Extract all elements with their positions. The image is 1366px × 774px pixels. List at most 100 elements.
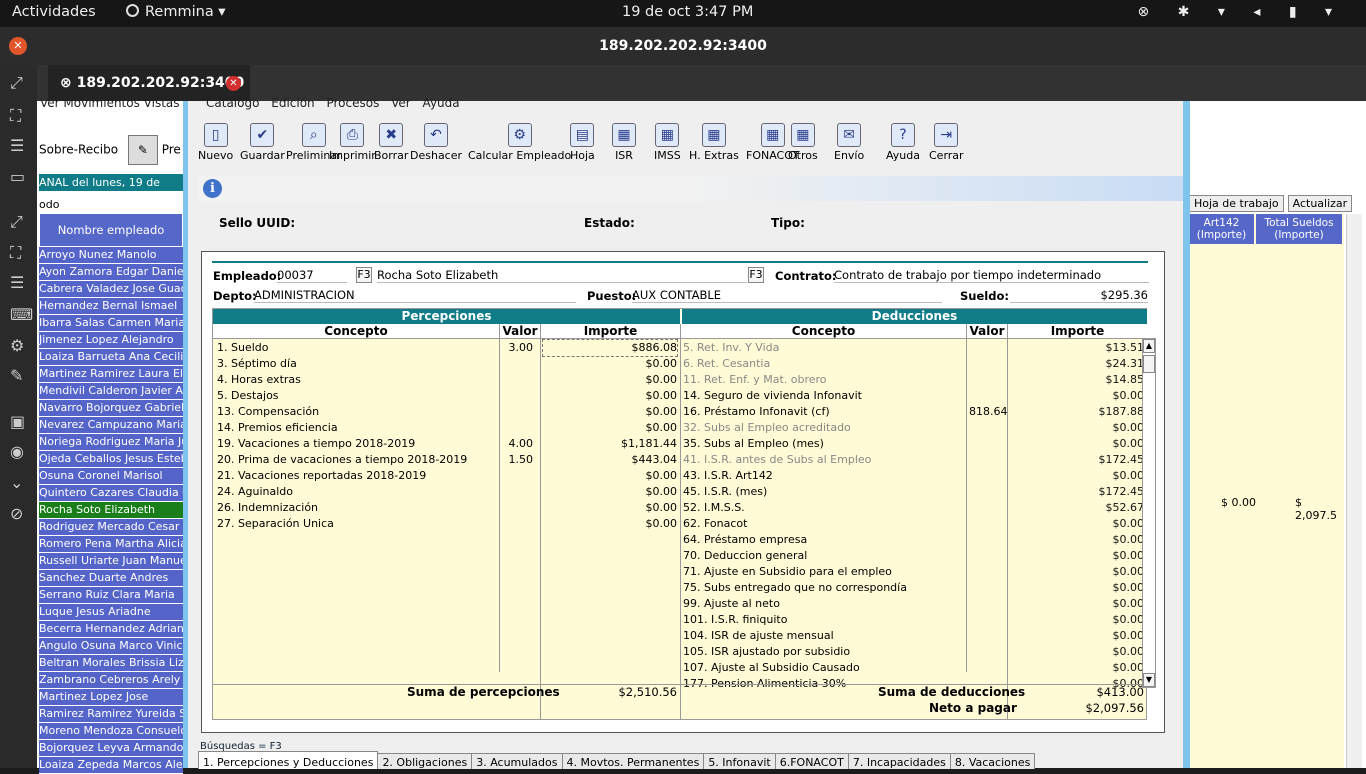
deduccion-row[interactable]: 41. I.S.R. antes de Subs al Empleo $172.4… bbox=[680, 452, 1147, 468]
app-menu[interactable]: Remmina ▾ bbox=[126, 4, 226, 20]
employee-list-item[interactable]: Rocha Soto Elizabeth bbox=[39, 502, 183, 519]
employee-list-item[interactable]: Ayon Zamora Edgar Daniel bbox=[39, 264, 183, 281]
importe[interactable]: $0.00 bbox=[543, 404, 678, 420]
importe[interactable]: $886.08 bbox=[542, 339, 678, 357]
percepcion-row[interactable]: 26. Indemnización $0.00 bbox=[213, 500, 680, 516]
employee-list-item[interactable]: Martinez Lopez Jose bbox=[39, 689, 183, 706]
filter-field[interactable]: odo bbox=[39, 198, 59, 211]
hoja-trabajo-button[interactable]: Hoja de trabajo bbox=[1189, 195, 1284, 212]
percepcion-row[interactable]: 14. Premios eficiencia $0.00 bbox=[213, 420, 680, 436]
f3-button-contrato[interactable]: F3 bbox=[748, 267, 764, 283]
tab-7[interactable]: 7. Incapacidades bbox=[847, 753, 951, 769]
tab-3[interactable]: 3. Acumulados bbox=[471, 753, 563, 769]
employee-list-item[interactable]: Beltran Morales Brissia Lizeth bbox=[39, 655, 183, 672]
deduccion-row[interactable]: 6. Ret. Cesantia $24.31 bbox=[680, 356, 1147, 372]
toolbar-button-imprimir[interactable]: ⎙ Imprimir bbox=[329, 123, 376, 162]
tools-icon[interactable]: ✎ bbox=[10, 366, 23, 385]
importe[interactable]: $443.04 bbox=[543, 452, 678, 468]
selected-row[interactable]: $ 0.00 $ 2,097.5 bbox=[1189, 496, 1344, 522]
tab-8[interactable]: 8. Vacaciones bbox=[949, 753, 1036, 769]
employee-list-item[interactable]: Russell Uriarte Juan Manuel bbox=[39, 553, 183, 570]
tab-5[interactable]: 5. Infonavit bbox=[703, 753, 776, 769]
tab-4[interactable]: 4. Movtos. Permanentes bbox=[561, 753, 705, 769]
disconnect-icon[interactable]: ⊘ bbox=[10, 504, 23, 523]
employee-list-item[interactable]: Navarro Bojorquez Gabriel bbox=[39, 400, 183, 417]
employee-list-item[interactable]: Ojeda Ceballos Jesus Esteban bbox=[39, 451, 183, 468]
empleado-name-field[interactable]: Rocha Soto Elizabeth bbox=[377, 268, 747, 283]
deduccion-row[interactable]: 105. ISR ajustado por subsidio $0.00 bbox=[680, 644, 1147, 660]
employee-list-item[interactable]: Hernandez Bernal Ismael bbox=[39, 298, 183, 315]
actualizar-button[interactable]: Actualizar bbox=[1287, 195, 1353, 212]
display-icon[interactable]: ▭ bbox=[10, 167, 25, 186]
menu-icon[interactable]: ☰ bbox=[10, 136, 24, 155]
toolbar-button-deshacer[interactable]: ↶ Deshacer bbox=[410, 123, 462, 162]
importe[interactable]: $0.00 bbox=[543, 484, 678, 500]
employee-list-item[interactable]: Osuna Coronel Marisol bbox=[39, 468, 183, 485]
edit-icon[interactable]: ✎ bbox=[127, 135, 158, 165]
employee-list-item[interactable]: Bojorquez Leyva Armando bbox=[39, 740, 183, 757]
employee-list-item[interactable]: Ibarra Salas Carmen Maria Gu bbox=[39, 315, 183, 332]
system-tray[interactable]: ⊗ ✱ ▾ ◂ ▮ ▾ bbox=[1138, 4, 1345, 20]
importe[interactable]: $1,181.44 bbox=[543, 436, 677, 452]
percepcion-row[interactable]: 20. Prima de vacaciones a tiempo 2018-20… bbox=[213, 452, 680, 468]
percepcion-row[interactable]: 24. Aguinaldo $0.00 bbox=[213, 484, 680, 500]
deduccion-row[interactable]: 32. Subs al Empleo acreditado $0.00 bbox=[680, 420, 1147, 436]
importe[interactable]: $0.00 bbox=[543, 372, 678, 388]
dynamic-resolution-icon[interactable]: ⛶ bbox=[10, 243, 21, 263]
toolbar-button-env-o[interactable]: ✉ Envío bbox=[834, 123, 864, 162]
toolbar-button-hoja[interactable]: ▤ Hoja bbox=[570, 123, 595, 162]
toolbar-button-imss[interactable]: ▦ IMSS bbox=[654, 123, 681, 162]
toolbar-button-h-extras[interactable]: ▦ H. Extras bbox=[689, 123, 739, 162]
tab-6[interactable]: 6.FONACOT bbox=[774, 753, 849, 769]
employee-list-item[interactable]: Jimenez Lopez Alejandro bbox=[39, 332, 183, 349]
deduccion-row[interactable]: 99. Ajuste al neto $0.00 bbox=[680, 596, 1147, 612]
employee-list-item[interactable]: Mendivil Calderon Javier Arturo bbox=[39, 383, 183, 400]
percepcion-row[interactable]: 3. Séptimo día $0.00 bbox=[213, 356, 680, 372]
column-header-nombre[interactable]: Nombre empleado bbox=[40, 214, 182, 246]
dialog-menu[interactable]: Catálogo Edición Procesos Ver Ayuda bbox=[206, 96, 460, 110]
deduccion-row[interactable]: 104. ISR de ajuste mensual $0.00 bbox=[680, 628, 1147, 644]
minimize-icon[interactable]: ▣ bbox=[10, 412, 25, 431]
toolbar-button-guardar[interactable]: ✔ Guardar bbox=[240, 123, 285, 162]
toolbar-button-borrar[interactable]: ✖ Borrar bbox=[374, 123, 408, 162]
employee-list-item[interactable]: Martinez Ramirez Laura Elena bbox=[39, 366, 183, 383]
importe[interactable]: $0.00 bbox=[543, 388, 678, 404]
percepcion-row[interactable]: 1. Sueldo 3.00 $886.08 bbox=[213, 339, 680, 357]
importe[interactable]: $0.00 bbox=[543, 468, 678, 484]
employee-list-item[interactable]: Becerra Hernandez Adrian bbox=[39, 621, 183, 638]
deduccion-row[interactable]: 5. Ret. Inv. Y Vida $13.51 bbox=[680, 340, 1147, 356]
percepcion-row[interactable]: 27. Separación Unica $0.00 bbox=[213, 516, 680, 532]
deduccion-row[interactable]: 70. Deduccion general $0.00 bbox=[680, 548, 1147, 564]
employee-list-item[interactable]: Quintero Cazares Claudia Gua bbox=[39, 485, 183, 502]
deduccion-row[interactable]: 71. Ajuste en Subsidio para el empleo $0.… bbox=[680, 564, 1147, 580]
deduccion-row[interactable]: 52. I.M.S.S. $52.67 bbox=[680, 500, 1147, 516]
deduccion-row[interactable]: 35. Subs al Empleo (mes) $0.00 bbox=[680, 436, 1147, 452]
screenshot-icon[interactable]: ◉ bbox=[10, 442, 24, 461]
sobre-recibo-button[interactable]: Sobre-Recibo ✎ Pre bbox=[39, 135, 181, 165]
importe[interactable]: $0.00 bbox=[543, 420, 678, 436]
employee-list-item[interactable]: Sanchez Duarte Andres bbox=[39, 570, 183, 587]
deduccion-row[interactable]: 45. I.S.R. (mes) $172.45 bbox=[680, 484, 1147, 500]
empleado-num-field[interactable]: 00037 bbox=[277, 268, 347, 283]
employee-list-item[interactable]: Loaiza Barrueta Ana Cecilia bbox=[39, 349, 183, 366]
deduccion-row[interactable]: 64. Préstamo empresa $0.00 bbox=[680, 532, 1147, 548]
f3-button-empleado[interactable]: F3 bbox=[356, 267, 372, 283]
deduccion-row[interactable]: 11. Ret. Enf. y Mat. obrero $14.85 bbox=[680, 372, 1147, 388]
activities-button[interactable]: Actividades bbox=[12, 4, 96, 20]
employee-list-item[interactable]: Loaiza Zepeda Marcos Alexis bbox=[39, 757, 183, 774]
deduccion-row[interactable]: 107. Ajuste al Subsidio Causado $0.00 bbox=[680, 660, 1147, 676]
toolbar-button-isr[interactable]: ▦ ISR bbox=[612, 123, 636, 162]
employee-list-item[interactable]: Arroyo Nunez Manolo bbox=[39, 247, 183, 264]
gear-icon[interactable]: ⚙ bbox=[10, 336, 24, 355]
close-tab-button[interactable]: ✕ bbox=[226, 76, 241, 91]
employee-list-item[interactable]: Romero Pena Martha Alicia bbox=[39, 536, 183, 553]
contrato-field[interactable]: Contrato de trabajo por tiempo indetermi… bbox=[834, 268, 1149, 283]
fullscreen-icon[interactable]: ⛶ bbox=[10, 106, 21, 126]
depto-field[interactable]: ADMINISTRACION bbox=[254, 288, 576, 303]
toolbar-button-otros[interactable]: ▦ Otros bbox=[788, 123, 818, 162]
percepcion-row[interactable]: 5. Destajos $0.00 bbox=[213, 388, 680, 404]
toolbar-button-nuevo[interactable]: ▯ Nuevo bbox=[198, 123, 233, 162]
employee-list-item[interactable]: Rodriguez Mercado Cesar Enr bbox=[39, 519, 183, 536]
importe[interactable]: $0.00 bbox=[543, 356, 678, 372]
column-header-total[interactable]: Total Sueldos (Importe) bbox=[1256, 214, 1342, 244]
